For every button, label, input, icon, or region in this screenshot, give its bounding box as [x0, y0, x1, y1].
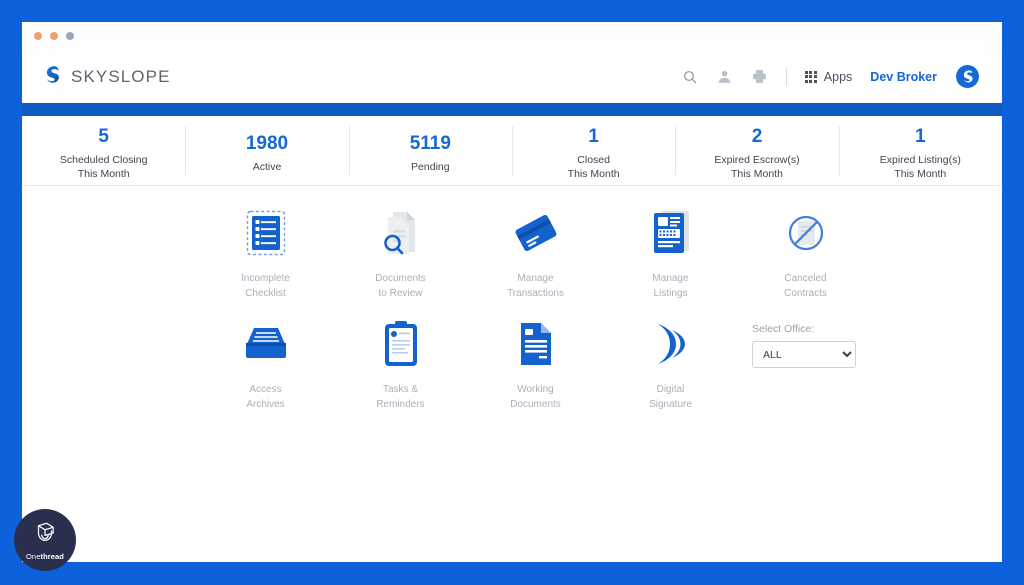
- header-divider: [785, 67, 787, 86]
- tile-incomplete-checklist[interactable]: Incomplete Checklist: [198, 204, 333, 301]
- stat-label: Closed This Month: [567, 153, 620, 180]
- stat-label: Scheduled Closing This Month: [59, 153, 148, 180]
- stat-expired-escrows[interactable]: 2 Expired Escrow(s) This Month: [675, 116, 838, 185]
- tile-caption: Documents to Review: [375, 273, 426, 299]
- working-documents-icon: [515, 315, 557, 373]
- tile-documents-to-review[interactable]: Documents to Review: [333, 204, 468, 301]
- tile-row-2: Access Archives Tasks & Reminders Workin…: [22, 315, 1002, 412]
- stat-label: Expired Listing(s) This Month: [879, 153, 961, 180]
- select-office-block: Select Office: ALL: [752, 315, 912, 412]
- stat-scheduled-closing[interactable]: 5 Scheduled Closing This Month: [22, 116, 185, 185]
- app-header: SKYSLOPE Apps Dev Broker: [22, 50, 1002, 103]
- stat-expired-listings[interactable]: 1 Expired Listing(s) This Month: [838, 116, 1002, 185]
- tile-digital-signature[interactable]: Digital Signature: [603, 315, 738, 412]
- tile-manage-listings[interactable]: Manage Listings: [603, 204, 738, 301]
- access-archives-icon: [241, 315, 291, 373]
- primary-nav-bar: [22, 103, 1002, 116]
- browser-window: SKYSLOPE Apps Dev Broker 5 Scheduled Clo…: [22, 22, 1002, 562]
- tile-tasks-reminders[interactable]: Tasks & Reminders: [333, 315, 468, 412]
- stat-closed[interactable]: 1 Closed This Month: [511, 116, 675, 185]
- onethread-spool-icon: [32, 520, 58, 551]
- page-frame: SKYSLOPE Apps Dev Broker 5 Scheduled Clo…: [0, 0, 1024, 585]
- brand-logo[interactable]: SKYSLOPE: [42, 64, 171, 90]
- tile-caption: Working Documents: [510, 384, 561, 410]
- stat-value: 1: [915, 125, 926, 147]
- tile-access-archives[interactable]: Access Archives: [198, 315, 333, 412]
- brand-wordmark: SKYSLOPE: [71, 66, 171, 86]
- tile-caption: Canceled Contracts: [784, 273, 827, 299]
- onethread-watermark: Onethread: [14, 509, 76, 571]
- skyslope-circle-logo-icon[interactable]: [955, 64, 980, 89]
- skyslope-swoosh-icon: [42, 64, 63, 90]
- user-name-link[interactable]: Dev Broker: [870, 70, 937, 84]
- apps-label: Apps: [823, 69, 853, 84]
- stat-pending[interactable]: 5119 Pending: [348, 116, 512, 185]
- stat-label: Pending: [411, 160, 450, 173]
- tile-caption: Manage Listings: [652, 273, 689, 299]
- manage-listings-icon: [649, 204, 693, 262]
- maximize-dot[interactable]: [66, 32, 74, 40]
- incomplete-checklist-icon: [244, 204, 288, 262]
- tile-row-1: Incomplete Checklist Documents to Review…: [22, 204, 1002, 301]
- close-dot[interactable]: [34, 32, 42, 40]
- tile-manage-transactions[interactable]: Manage Transactions: [468, 204, 603, 301]
- stat-value: 1: [588, 125, 599, 147]
- select-office-dropdown[interactable]: ALL: [752, 341, 856, 368]
- tasks-reminders-icon: [381, 315, 421, 373]
- stat-active[interactable]: 1980 Active: [185, 116, 348, 185]
- apps-grid-icon: [804, 70, 817, 83]
- dashboard-tiles: Incomplete Checklist Documents to Review…: [22, 186, 1002, 412]
- header-actions: Apps Dev Broker: [682, 64, 980, 89]
- apps-button[interactable]: Apps: [804, 69, 853, 84]
- stat-value: 2: [751, 125, 763, 147]
- tile-canceled-contracts[interactable]: Canceled Contracts: [738, 204, 873, 301]
- search-icon[interactable]: [682, 69, 698, 85]
- select-office-label: Select Office:: [752, 323, 815, 335]
- stats-summary-bar: 5 Scheduled Closing This Month 1980 Activ…: [22, 116, 1002, 186]
- tile-working-documents[interactable]: Working Documents: [468, 315, 603, 412]
- stat-value: 1980: [245, 133, 289, 155]
- tile-caption: Access Archives: [246, 384, 285, 410]
- stat-value: 5119: [409, 133, 451, 155]
- manage-transactions-icon: [511, 204, 561, 262]
- minimize-dot[interactable]: [50, 32, 58, 40]
- tile-caption: Incomplete Checklist: [241, 273, 290, 299]
- tile-caption: Tasks & Reminders: [376, 384, 425, 410]
- tile-caption: Manage Transactions: [507, 273, 564, 299]
- tile-caption: Digital Signature: [649, 384, 692, 410]
- onethread-label: Onethread: [25, 551, 64, 561]
- print-icon[interactable]: [751, 68, 768, 85]
- stat-label: Active: [252, 160, 282, 173]
- window-titlebar: [22, 22, 1002, 50]
- documents-to-review-icon: [376, 204, 426, 262]
- contacts-icon[interactable]: [716, 68, 733, 85]
- stat-label: Expired Escrow(s) This Month: [714, 153, 800, 180]
- stat-value: 5: [98, 125, 109, 147]
- canceled-contracts-icon: [781, 204, 831, 262]
- digital-signature-icon: [646, 315, 696, 373]
